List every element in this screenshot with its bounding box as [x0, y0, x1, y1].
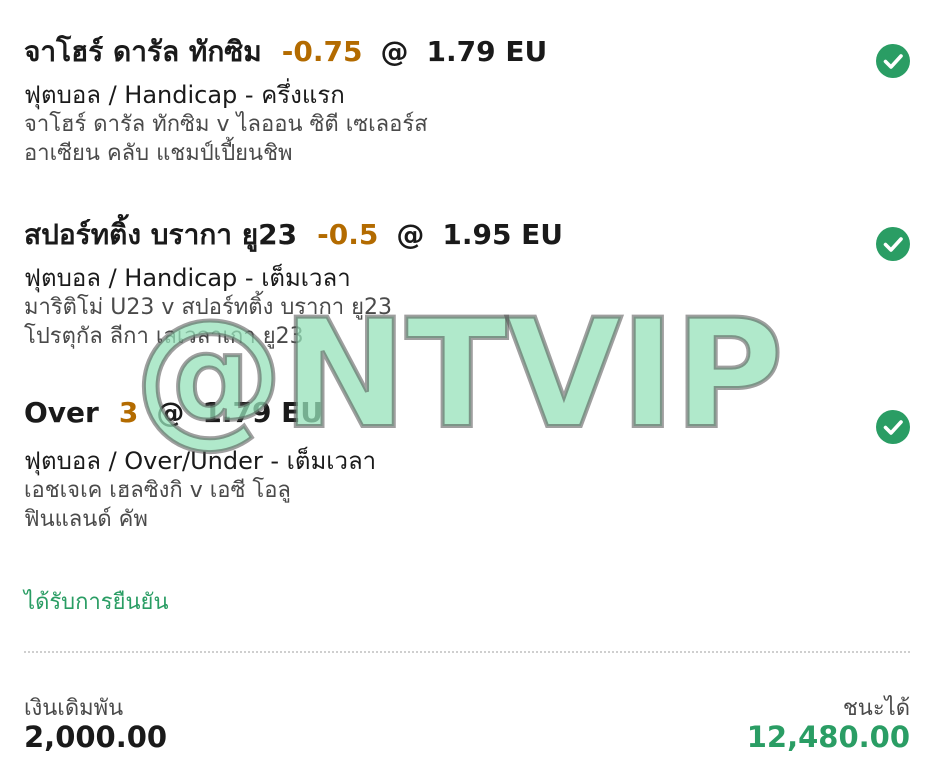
bet-league: โปรตุกัล ลีกา เลเวลาเกา ยู23 — [24, 324, 304, 349]
bet-market: ฟุตบอล / Handicap - เต็มเวลา — [24, 264, 351, 292]
bet-item: Over 3 @ 1.79 EU ฟุตบอล / Over/Under - เ… — [24, 396, 910, 534]
winnings-value: 12,480.00 — [746, 720, 910, 754]
bet-handicap: -0.75 — [281, 35, 363, 68]
bet-league: ฟินแลนด์ คัพ — [24, 507, 148, 532]
bet-item: สปอร์ทติ้ง บรากา ยู23 -0.5 @ 1.95 EU ฟุต… — [24, 213, 910, 351]
bet-at-sign: @ — [156, 396, 185, 429]
check-circle-icon — [876, 44, 910, 78]
bet-title: สปอร์ทติ้ง บรากา ยู23 -0.5 @ 1.95 EU — [24, 213, 910, 253]
bet-selection: จาโฮร์ ดารัล ทักซิม — [24, 35, 262, 68]
confirmed-status: ได้รับการยืนยัน — [24, 590, 169, 615]
bet-match: มาริติโม่ U23 v สปอร์ทติ้ง บรากา ยู23 — [24, 295, 393, 320]
bet-handicap: 3 — [118, 396, 139, 429]
bet-at-sign: @ — [380, 35, 409, 68]
bet-market: ฟุตบอล / Over/Under - เต็มเวลา — [24, 447, 377, 475]
bet-at-sign: @ — [396, 218, 425, 251]
bet-title: จาโฮร์ ดารัล ทักซิม -0.75 @ 1.79 EU — [24, 30, 910, 70]
bet-odds: 1.79 EU — [426, 35, 548, 68]
bet-odds: 1.79 EU — [202, 396, 324, 429]
stake-value: 2,000.00 — [24, 720, 168, 754]
bet-selection: สปอร์ทติ้ง บรากา ยู23 — [24, 218, 298, 251]
bet-slip: จาโฮร์ ดารัล ทักซิม -0.75 @ 1.79 EU ฟุตบ… — [0, 0, 930, 780]
bet-title: Over 3 @ 1.79 EU — [24, 396, 910, 436]
check-circle-icon — [876, 410, 910, 444]
bet-league: อาเซียน คลับ แชมป์เปี้ยนชิพ — [24, 141, 293, 166]
bet-market: ฟุตบอล / Handicap - ครึ่งแรก — [24, 81, 345, 109]
bet-item: จาโฮร์ ดารัล ทักซิม -0.75 @ 1.79 EU ฟุตบ… — [24, 30, 910, 168]
bet-match: จาโฮร์ ดารัล ทักซิม v ไลออน ซิตี เซเลอร์… — [24, 112, 428, 137]
bet-match: เอชเจเค เฮลซิงกิ v เอซี โอลู — [24, 478, 291, 503]
bet-selection: Over — [24, 396, 99, 429]
bet-handicap: -0.5 — [317, 218, 379, 251]
bet-odds: 1.95 EU — [442, 218, 564, 251]
check-circle-icon — [876, 227, 910, 261]
divider — [24, 651, 910, 653]
